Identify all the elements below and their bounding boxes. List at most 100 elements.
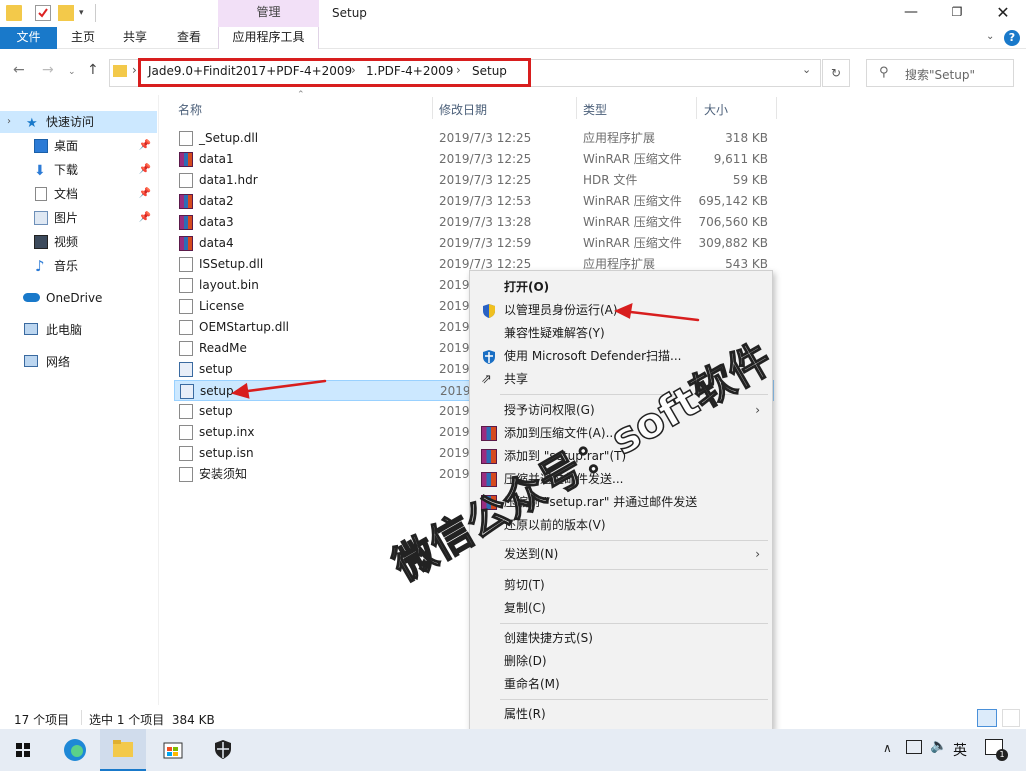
star-icon: ★: [26, 116, 38, 131]
sidebar-item-desktop[interactable]: 桌面 📌: [0, 135, 157, 157]
winrar-archive-icon: [179, 236, 193, 251]
close-button[interactable]: ✕: [980, 0, 1026, 27]
menu-label: 发送到(N): [504, 547, 559, 561]
forward-icon[interactable]: →: [42, 62, 54, 78]
column-divider[interactable]: [696, 97, 697, 119]
menu-item-copy[interactable]: 复制(C): [470, 597, 772, 620]
menu-item-send-to[interactable]: 发送到(N) ›: [470, 543, 772, 566]
menu-item-run-as-admin[interactable]: 以管理员身份运行(A): [470, 299, 772, 322]
column-divider[interactable]: [432, 97, 433, 119]
sidebar-item-documents[interactable]: 文档 📌: [0, 183, 157, 205]
table-row[interactable]: data1 2019/7/3 12:25 WinRAR 压缩文件 9,611 KB: [174, 149, 774, 170]
windows-icon: [16, 743, 30, 757]
search-icon: ⚲: [879, 65, 889, 80]
sidebar-item-pictures[interactable]: 图片 📌: [0, 207, 157, 229]
table-row[interactable]: data1.hdr 2019/7/3 12:25 HDR 文件 59 KB: [174, 170, 774, 191]
table-row[interactable]: data3 2019/7/3 13:28 WinRAR 压缩文件 706,560 KB: [174, 212, 774, 233]
application-icon: [179, 362, 193, 377]
window-title: Setup: [332, 6, 367, 20]
winrar-archive-icon: [179, 215, 193, 230]
column-divider[interactable]: [576, 97, 577, 119]
computer-icon: [24, 323, 38, 335]
file-size: 318 KB: [725, 131, 768, 145]
document-icon: [35, 187, 47, 201]
file-date: 2019/7/3 12:25: [439, 173, 532, 187]
breadcrumb-separator: ›: [132, 63, 137, 77]
winrar-archive-icon: [179, 152, 193, 167]
minimize-button[interactable]: —: [888, 0, 934, 27]
menu-item-open[interactable]: 打开(O): [470, 276, 772, 299]
edge-taskbar-icon[interactable]: [52, 729, 98, 771]
nav-label: 快速访问: [46, 115, 95, 129]
nav-quick-access[interactable]: › ★ 快速访问: [0, 111, 157, 133]
security-taskbar-icon[interactable]: [200, 729, 246, 771]
menu-label: 授予访问权限(G): [504, 403, 595, 417]
divider: [158, 95, 159, 705]
tab-home[interactable]: 主页: [62, 27, 104, 49]
start-button[interactable]: [0, 729, 46, 771]
sidebar-item-videos[interactable]: 视频: [0, 231, 157, 253]
desktop-icon: [34, 139, 48, 153]
network-status-icon[interactable]: [906, 740, 922, 754]
menu-item-cut[interactable]: 剪切(T): [470, 574, 772, 597]
menu-item-properties[interactable]: 属性(R): [470, 703, 772, 726]
new-folder-quick-icon[interactable]: [58, 5, 74, 21]
sidebar-item-downloads[interactable]: ⬇ 下载 📌: [0, 159, 157, 181]
menu-item-create-shortcut[interactable]: 创建快捷方式(S): [470, 627, 772, 650]
table-row[interactable]: data2 2019/7/3 12:53 WinRAR 压缩文件 695,142 KB: [174, 191, 774, 212]
column-header-date[interactable]: 修改日期: [439, 101, 487, 118]
maximize-button[interactable]: ❐: [934, 0, 980, 27]
ime-indicator[interactable]: 英: [953, 740, 967, 760]
chevron-up-icon[interactable]: ∧: [883, 741, 892, 755]
file-icon: [179, 299, 193, 314]
details-view-icon[interactable]: [977, 709, 997, 727]
tiles-view-icon[interactable]: [1002, 709, 1020, 727]
column-divider[interactable]: [776, 97, 777, 119]
sidebar-item-music[interactable]: ♪ 音乐: [0, 255, 157, 277]
file-name: layout.bin: [199, 278, 259, 292]
file-size: 706,560 KB: [698, 215, 768, 229]
refresh-icon[interactable]: ↻: [822, 59, 850, 87]
pin-icon[interactable]: 📌: [139, 183, 151, 205]
file-type: WinRAR 压缩文件: [583, 236, 682, 250]
tab-file[interactable]: 文件: [0, 27, 57, 49]
search-input[interactable]: ⚲ 搜索"Setup": [866, 59, 1014, 87]
recent-locations-icon[interactable]: ⌄: [68, 67, 76, 77]
table-row[interactable]: data4 2019/7/3 12:59 WinRAR 压缩文件 309,882 KB: [174, 233, 774, 254]
sidebar-item-onedrive[interactable]: OneDrive: [0, 287, 157, 309]
network-icon: [24, 355, 38, 367]
file-icon: [179, 173, 193, 188]
chevron-down-icon[interactable]: ›: [7, 111, 21, 127]
help-icon[interactable]: ?: [1004, 30, 1020, 46]
file-name: ReadMe: [199, 341, 247, 355]
properties-quick-icon[interactable]: [35, 5, 51, 21]
column-header-type[interactable]: 类型: [583, 101, 607, 118]
pin-icon[interactable]: 📌: [139, 135, 151, 157]
expand-ribbon-icon[interactable]: ⌄: [986, 31, 994, 42]
menu-item-delete[interactable]: 删除(D): [470, 650, 772, 673]
cloud-icon: [23, 293, 40, 302]
pin-icon[interactable]: 📌: [139, 159, 151, 181]
volume-icon[interactable]: 🔈: [930, 738, 947, 754]
tab-application-tools[interactable]: 应用程序工具: [218, 27, 319, 49]
item-count: 17 个项目: [14, 713, 70, 727]
sidebar-item-this-pc[interactable]: 此电脑: [0, 319, 157, 341]
menu-item-rename[interactable]: 重命名(M): [470, 673, 772, 696]
tab-share[interactable]: 共享: [114, 27, 156, 49]
sidebar-item-network[interactable]: 网络: [0, 351, 157, 373]
winrar-icon: [481, 426, 497, 441]
column-header-name[interactable]: 名称: [178, 101, 202, 118]
pin-icon[interactable]: 📌: [139, 207, 151, 229]
column-header-size[interactable]: 大小: [704, 101, 728, 118]
up-icon[interactable]: ↑: [87, 62, 99, 78]
back-icon[interactable]: ←: [13, 62, 25, 78]
store-taskbar-icon[interactable]: [150, 729, 196, 771]
tab-view[interactable]: 查看: [168, 27, 210, 49]
table-row[interactable]: _Setup.dll 2019/7/3 12:25 应用程序扩展 318 KB: [174, 128, 774, 149]
customize-quick-access-icon[interactable]: ▾: [79, 5, 95, 21]
explorer-taskbar-icon[interactable]: [100, 729, 146, 771]
address-dropdown-icon[interactable]: ⌄: [802, 63, 811, 76]
download-icon: ⬇: [34, 163, 46, 179]
chevron-right-icon: ›: [755, 403, 760, 417]
file-name: OEMStartup.dll: [199, 320, 290, 334]
